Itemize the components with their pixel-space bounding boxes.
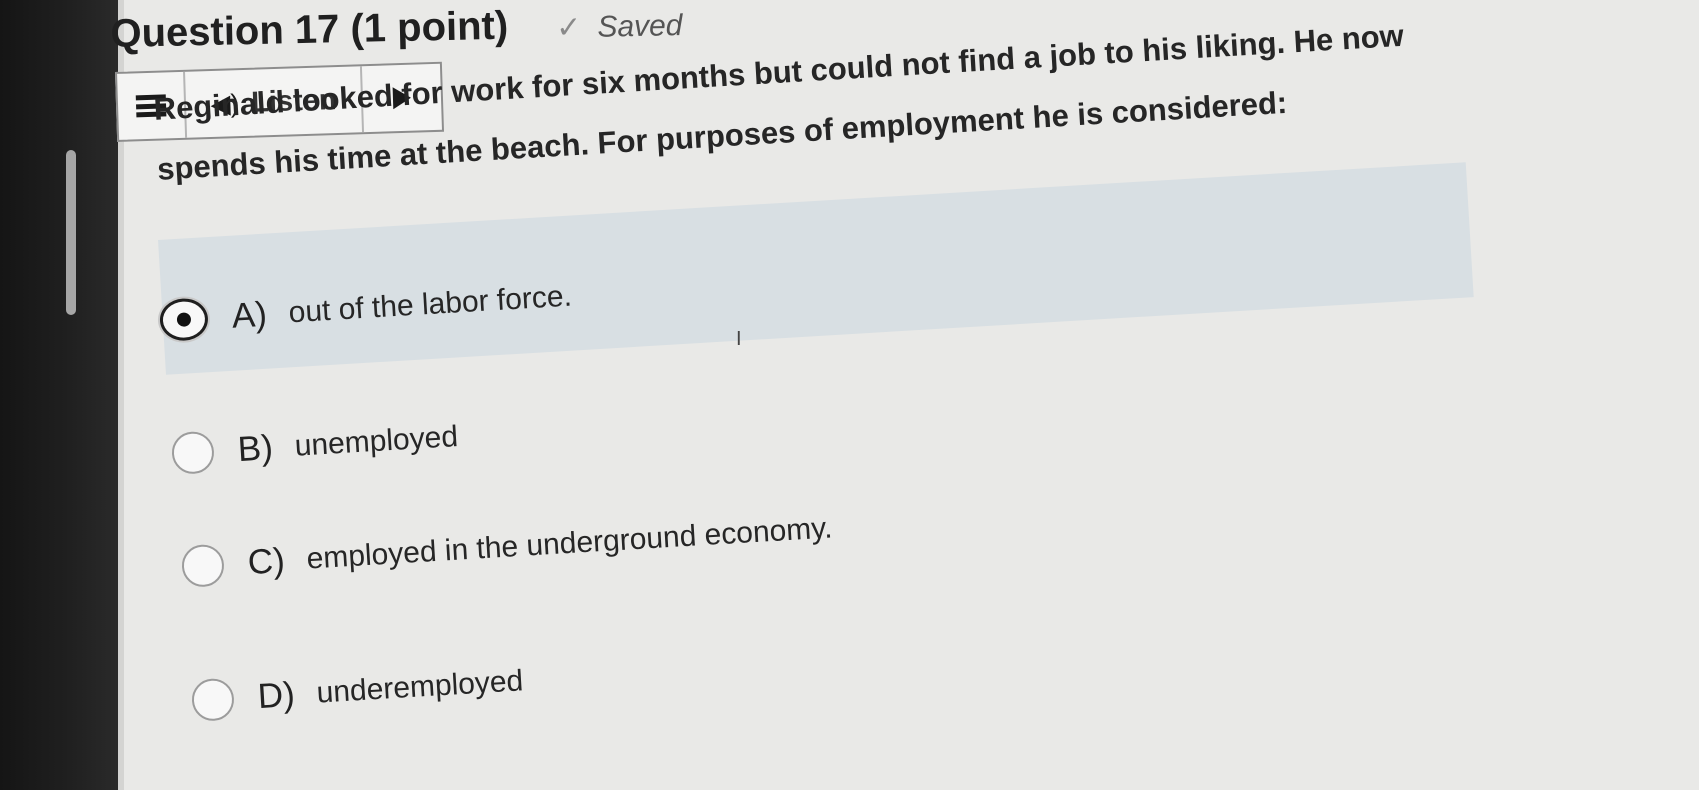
question-title: Question 17 (1 point) (110, 3, 509, 56)
question-header: Question 17 (1 point) ✓ Saved (110, 0, 683, 57)
radio-button-d[interactable] (190, 677, 236, 722)
radio-button-c[interactable] (180, 543, 226, 588)
check-icon: ✓ (555, 11, 582, 45)
option-letter: D) (256, 674, 296, 717)
saved-status: ✓ Saved (556, 8, 683, 46)
saved-label: Saved (597, 9, 683, 44)
option-c[interactable]: C) employed in the underground economy. (180, 507, 834, 588)
radio-button-b[interactable] (170, 430, 216, 475)
screen-bezel (0, 0, 118, 790)
option-letter: B) (236, 428, 274, 470)
option-d[interactable]: D) underemployed (190, 660, 525, 722)
quiz-page: Question 17 (1 point) ✓ Saved ◀) Listen … (110, 0, 1690, 790)
radio-selected-dot (176, 312, 192, 327)
option-letter: C) (246, 540, 286, 583)
option-text: unemployed (293, 420, 459, 463)
selected-option-highlight (158, 162, 1474, 375)
radio-button-a[interactable] (158, 297, 210, 342)
option-b[interactable]: B) unemployed (170, 416, 459, 475)
option-text: employed in the underground economy. (305, 511, 834, 576)
text-cursor-icon: I (736, 328, 742, 350)
option-letter: A) (230, 294, 268, 336)
scrollbar-thumb[interactable] (66, 150, 76, 315)
option-text: underemployed (315, 664, 525, 710)
